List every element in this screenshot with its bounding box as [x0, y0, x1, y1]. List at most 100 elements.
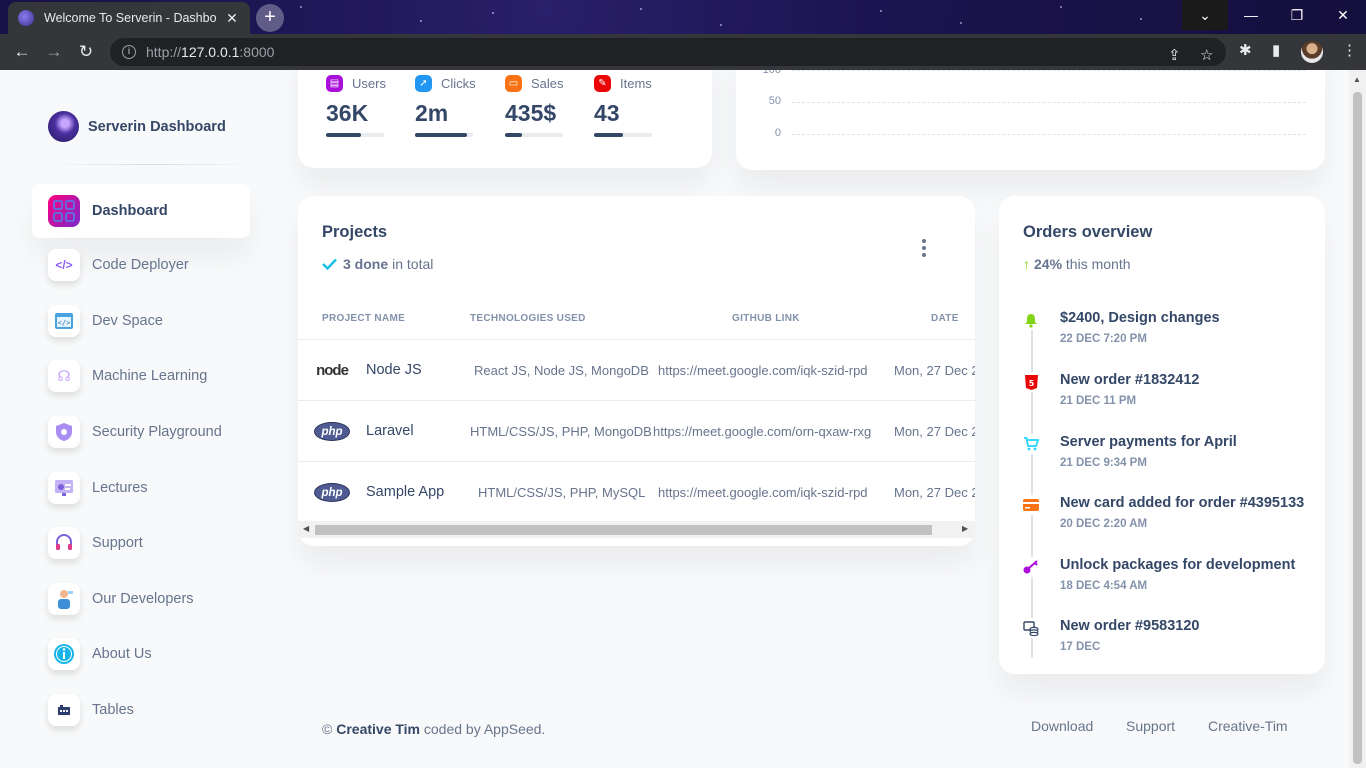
project-date: Mon, 27 Dec 2 — [894, 424, 975, 439]
scrollbar-thumb[interactable] — [315, 525, 932, 535]
project-link[interactable]: https://meet.google.com/iqk-szid-rpd — [658, 485, 868, 500]
lectures-icon — [48, 472, 80, 504]
nodejs-logo-icon: node — [316, 361, 349, 379]
stat-progress-bar — [415, 133, 473, 137]
footer-link-support[interactable]: Support — [1126, 718, 1175, 734]
browser-titlebar: Welcome To Serverin - Dashboard ✕ + ⌄ — … — [0, 0, 1366, 34]
dev-space-icon: </> — [48, 305, 80, 337]
code-icon: </> — [48, 249, 80, 281]
extensions-puzzle-icon[interactable]: ✱ — [1239, 41, 1252, 59]
sidebar-item-machine-learning[interactable]: ☊ Machine Learning — [32, 349, 250, 403]
side-panel-icon[interactable]: ▮ — [1272, 41, 1280, 59]
scroll-up-arrow-icon[interactable]: ▲ — [1353, 75, 1361, 84]
stat-progress-bar — [326, 133, 384, 137]
sidebar-item-tables[interactable]: Tables — [32, 683, 250, 737]
brand-name: Serverin Dashboard — [88, 118, 226, 135]
row-divider — [298, 400, 975, 401]
stat-label-row: ✎ Items — [594, 74, 674, 92]
stat-label: Items — [620, 75, 652, 91]
sidebar-item-our-developers[interactable]: Our Developers — [32, 572, 250, 626]
share-icon[interactable]: ⇪ — [1168, 46, 1181, 64]
address-bar[interactable]: i http://127.0.0.1:8000 ⇪ ☆ — [110, 38, 1226, 66]
orders-summary: ↑ 24% this month — [1023, 256, 1131, 272]
minimize-icon[interactable]: — — [1228, 0, 1274, 30]
restore-icon[interactable]: ❐ — [1274, 0, 1320, 30]
sidebar-item-support[interactable]: Support — [32, 516, 250, 570]
arrow-up-icon: ↑ — [1023, 256, 1030, 272]
projects-done-suffix: in total — [392, 256, 434, 272]
new-tab-button[interactable]: + — [256, 4, 284, 32]
timeline-date: 21 DEC 11 PM — [1060, 395, 1137, 407]
bookmark-star-icon[interactable]: ☆ — [1200, 46, 1213, 64]
timeline-date: 18 DEC 4:54 AM — [1060, 580, 1148, 592]
credit-card-icon — [1019, 495, 1043, 515]
sidebar-item-label: Security Playground — [92, 424, 222, 440]
sidebar-item-lectures[interactable]: Lectures — [32, 461, 250, 515]
stat-users: ▤ Users 36K — [326, 74, 406, 137]
timeline-title: $2400, Design changes — [1060, 310, 1220, 326]
brain-icon: ☊ — [48, 360, 80, 392]
sidebar-item-label: Machine Learning — [92, 368, 208, 384]
forward-arrow-icon[interactable]: → — [38, 42, 70, 62]
svg-text:5: 5 — [1028, 379, 1034, 388]
page-vertical-scrollbar[interactable]: ▲ — [1349, 70, 1366, 768]
tab-title: Welcome To Serverin - Dashboard — [44, 11, 216, 25]
stat-progress-bar — [594, 133, 652, 137]
sidebar-item-dashboard[interactable]: Dashboard — [32, 184, 250, 238]
column-header: TECHNOLOGIES USED — [470, 313, 586, 324]
scroll-left-arrow-icon[interactable]: ◀ — [303, 524, 309, 533]
sidebar-item-dev-space[interactable]: </> Dev Space — [32, 294, 250, 348]
site-info-icon[interactable]: i — [122, 45, 136, 59]
close-window-icon[interactable]: ✕ — [1320, 0, 1366, 30]
tab-search-chevron-icon[interactable]: ⌄ — [1182, 0, 1228, 30]
project-link[interactable]: https://meet.google.com/orn-qxaw-rxg — [653, 424, 871, 439]
copyright-symbol: © — [322, 721, 333, 737]
stat-label: Clicks — [441, 75, 476, 91]
sidebar-item-about-us[interactable]: About Us — [32, 627, 250, 681]
project-name: Sample App — [366, 484, 445, 500]
developer-icon — [48, 583, 80, 615]
browser-tab[interactable]: Welcome To Serverin - Dashboard ✕ — [8, 2, 250, 34]
footer-link-creative-tim[interactable]: Creative-Tim — [1208, 718, 1288, 734]
back-arrow-icon[interactable]: ← — [6, 42, 38, 62]
scroll-right-arrow-icon[interactable]: ▶ — [962, 524, 968, 533]
reload-icon[interactable]: ↻ — [70, 42, 102, 62]
gridline — [792, 102, 1306, 103]
url-host: 127.0.0.1 — [181, 44, 240, 60]
table-horizontal-scrollbar[interactable]: ◀ ▶ — [298, 521, 975, 538]
stat-progress-fill — [415, 133, 468, 137]
gridline — [792, 134, 1306, 135]
project-date: Mon, 27 Dec 2 — [894, 363, 975, 378]
sidebar-divider — [48, 164, 256, 165]
footer-copyright: © Creative Tim coded by AppSeed. — [322, 721, 545, 737]
timeline-title: Unlock packages for development — [1060, 557, 1296, 573]
user-icon: ▤ — [326, 74, 343, 92]
more-options-icon[interactable] — [920, 239, 928, 257]
sidebar-brand[interactable]: Serverin Dashboard — [48, 111, 226, 142]
key-icon — [1019, 557, 1043, 577]
scrollbar-thumb[interactable] — [1353, 92, 1362, 764]
project-tech: React JS, Node JS, MongoDB — [474, 363, 649, 378]
sidebar-item-label: Dev Space — [92, 313, 163, 329]
profile-avatar[interactable] — [1301, 41, 1323, 63]
browser-menu-icon[interactable]: ⋮ — [1342, 41, 1357, 59]
orders-period: this month — [1065, 256, 1131, 272]
coins-icon — [1019, 618, 1043, 638]
tab-close-icon[interactable]: ✕ — [224, 10, 240, 27]
sidebar-item-code-deployer[interactable]: </> Code Deployer — [32, 238, 250, 292]
bell-icon — [1019, 310, 1043, 330]
stat-progress-fill — [505, 133, 523, 137]
stats-card: ▤ Users 36K ➚ Clicks 2m ▭ Sales 435$ ✎ Items 43 — [298, 70, 712, 168]
project-link[interactable]: https://meet.google.com/iqk-szid-rpd — [658, 363, 868, 378]
stat-progress-fill — [326, 133, 361, 137]
sidebar-item-label: Dashboard — [92, 203, 168, 219]
browser-toolbar: ← → ↻ i http://127.0.0.1:8000 ⇪ ☆ — [0, 34, 1366, 70]
footer-link-download[interactable]: Download — [1031, 718, 1093, 734]
project-name: Node JS — [366, 362, 422, 378]
sidebar-item-security-playground[interactable]: Security Playground — [32, 405, 250, 459]
footer-author-link[interactable]: Creative Tim — [336, 721, 420, 737]
sidebar-item-label: Code Deployer — [92, 257, 189, 273]
stat-progress-fill — [594, 133, 623, 137]
y-tick-label: 100 — [762, 70, 781, 76]
wrench-icon: ✎ — [594, 74, 611, 92]
